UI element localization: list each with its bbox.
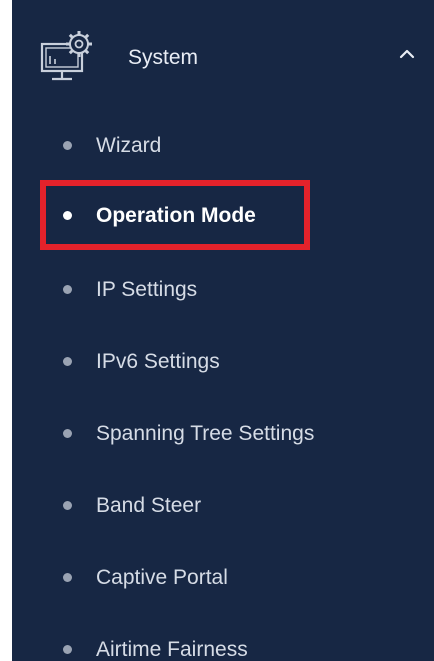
menu-item-label: IP Settings bbox=[96, 278, 198, 301]
menu-item-spanning-tree-settings[interactable]: Spanning Tree Settings bbox=[12, 409, 434, 459]
menu-item-label: Airtime Fairness bbox=[96, 638, 248, 661]
bullet-icon bbox=[63, 573, 72, 582]
menu-item-wizard[interactable]: Wizard bbox=[12, 121, 434, 171]
bullet-icon bbox=[63, 285, 72, 294]
menu-item-ipv6-settings[interactable]: IPv6 Settings bbox=[12, 337, 434, 387]
menu-item-airtime-fairness[interactable]: Airtime Fairness bbox=[12, 625, 434, 661]
highlight-box bbox=[40, 180, 310, 250]
menu-item-label: Spanning Tree Settings bbox=[96, 422, 315, 445]
system-submenu: Wizard Operation Mode IP Settings IPv6 S… bbox=[12, 0, 434, 661]
sidebar: System Wizard Operation Mode IP Settings… bbox=[12, 0, 434, 661]
bullet-icon bbox=[63, 141, 72, 150]
menu-item-ip-settings[interactable]: IP Settings bbox=[12, 265, 434, 315]
bullet-icon bbox=[63, 645, 72, 654]
bullet-icon bbox=[63, 429, 72, 438]
bullet-icon bbox=[63, 501, 72, 510]
menu-item-band-steer[interactable]: Band Steer bbox=[12, 481, 434, 531]
menu-item-label: IPv6 Settings bbox=[96, 350, 220, 373]
menu-item-label: Captive Portal bbox=[96, 566, 228, 589]
bullet-icon bbox=[63, 357, 72, 366]
menu-item-captive-portal[interactable]: Captive Portal bbox=[12, 553, 434, 603]
menu-item-label: Wizard bbox=[96, 134, 162, 157]
menu-item-label: Band Steer bbox=[96, 494, 202, 517]
